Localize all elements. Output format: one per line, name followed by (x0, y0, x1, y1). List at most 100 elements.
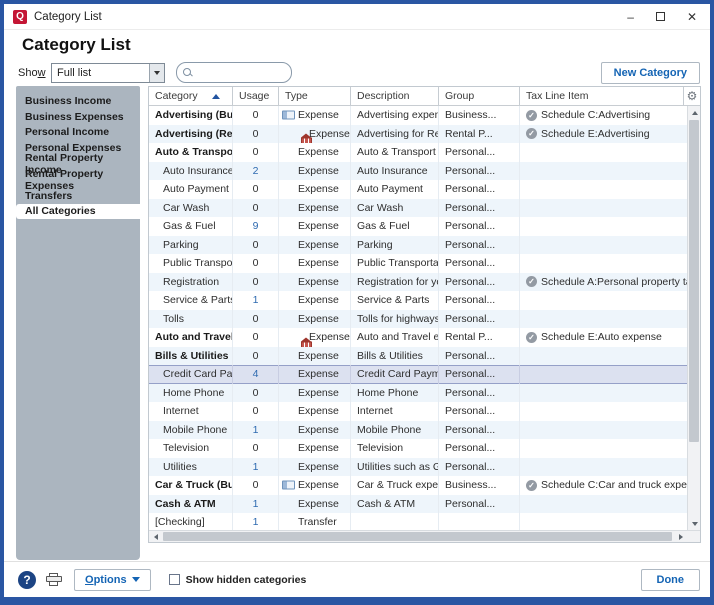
table-row[interactable]: Registration 0 Expense Registration for … (149, 273, 687, 292)
cell-type: Expense (279, 421, 351, 440)
table-row[interactable]: Cash & ATM 1 Expense Cash & ATM Personal… (149, 495, 687, 514)
dropdown-button[interactable] (149, 64, 164, 82)
column-header-group[interactable]: Group (439, 87, 520, 105)
cell-category: Internet (149, 402, 233, 421)
table-row[interactable]: Auto Insurance 2 Expense Auto Insurance … (149, 162, 687, 181)
usage-link[interactable]: 2 (233, 162, 279, 181)
cell-tax-line-item (520, 384, 687, 403)
table-row[interactable]: Service & Parts 1 Expense Service & Part… (149, 291, 687, 310)
cell-description: Service & Parts (351, 291, 439, 310)
table-row[interactable]: Television 0 Expense Television Personal… (149, 439, 687, 458)
titlebar: Q Category List – ✕ (4, 4, 710, 30)
table-row[interactable]: Car & Truck (Busi... 0 Expense Car & Tru… (149, 476, 687, 495)
maximize-icon[interactable] (656, 11, 665, 23)
cell-type: Expense (279, 254, 351, 273)
scroll-left-icon[interactable] (149, 530, 162, 543)
scroll-up-icon[interactable] (688, 106, 701, 119)
search-box[interactable] (176, 62, 292, 83)
print-icon[interactable] (45, 573, 62, 587)
cell-tax-line-item (520, 310, 687, 329)
sidebar-item-business-income[interactable]: Business Income (16, 93, 140, 109)
cell-usage: 0 (233, 328, 279, 347)
usage-link[interactable]: 1 (233, 495, 279, 514)
business-icon (282, 111, 295, 120)
table-row[interactable]: Auto Payment 0 Expense Auto Payment Pers… (149, 180, 687, 199)
table-row[interactable]: Auto and Travel (... 0 Expense Auto and … (149, 328, 687, 347)
table-row[interactable]: Advertising (Rental) 0 Expense Advertisi… (149, 125, 687, 144)
cell-description: Registration for yo... (351, 273, 439, 292)
column-header-description[interactable]: Description (351, 87, 439, 105)
scroll-down-icon[interactable] (688, 517, 701, 530)
search-input[interactable] (183, 63, 335, 82)
minimize-icon[interactable]: – (627, 11, 634, 23)
quicken-app-icon: Q (13, 10, 27, 24)
cell-group: Personal... (439, 439, 520, 458)
horizontal-scroll-thumb[interactable] (163, 532, 672, 541)
table-row[interactable]: Tolls 0 Expense Tolls for highways,... P… (149, 310, 687, 329)
cell-category: Car Wash (149, 199, 233, 218)
business-icon (282, 481, 295, 490)
sidebar-item-business-expenses[interactable]: Business Expenses (16, 109, 140, 125)
table-row[interactable]: Public Transport... 0 Expense Public Tra… (149, 254, 687, 273)
cell-description: Tolls for highways,... (351, 310, 439, 329)
cell-group: Personal... (439, 384, 520, 403)
table-row[interactable]: [Checking] 1 Transfer (149, 513, 687, 530)
usage-link[interactable]: 1 (233, 458, 279, 477)
help-icon[interactable]: ? (18, 571, 36, 589)
close-icon[interactable]: ✕ (687, 11, 697, 23)
table-row[interactable]: Internet 0 Expense Internet Personal... (149, 402, 687, 421)
column-settings[interactable]: ⚙ (684, 87, 700, 105)
usage-link[interactable]: 4 (233, 365, 279, 384)
table-row[interactable]: Parking 0 Expense Parking Personal... (149, 236, 687, 255)
table-row[interactable]: Bills & Utilities 0 Expense Bills & Util… (149, 347, 687, 366)
cell-usage: 0 (233, 106, 279, 125)
sidebar-item-all-categories[interactable]: All Categories (16, 204, 140, 220)
cell-description: Car & Truck expen... (351, 476, 439, 495)
cell-type: Expense (279, 291, 351, 310)
gear-icon[interactable]: ⚙ (687, 90, 698, 102)
vertical-scrollbar[interactable] (687, 106, 700, 530)
tax-check-icon: ✓ (526, 332, 537, 343)
usage-link[interactable]: 1 (233, 421, 279, 440)
sidebar: Business IncomeBusiness ExpensesPersonal… (16, 86, 140, 560)
sidebar-item-personal-income[interactable]: Personal Income (16, 125, 140, 141)
table-row[interactable]: Car Wash 0 Expense Car Wash Personal... (149, 199, 687, 218)
cell-category: Gas & Fuel (149, 217, 233, 236)
column-header-tax-line-item[interactable]: Tax Line Item (520, 87, 684, 105)
column-header-usage[interactable]: Usage (233, 87, 279, 105)
cell-tax-line-item (520, 439, 687, 458)
column-header-category[interactable]: Category (149, 87, 233, 105)
column-header-type[interactable]: Type (279, 87, 351, 105)
usage-link[interactable]: 1 (233, 291, 279, 310)
cell-type: Expense (279, 106, 351, 125)
horizontal-scrollbar[interactable] (149, 530, 700, 542)
options-button[interactable]: Options (74, 569, 151, 591)
usage-link[interactable]: 9 (233, 217, 279, 236)
scroll-right-icon[interactable] (674, 530, 687, 543)
usage-link[interactable]: 1 (233, 513, 279, 530)
table-row[interactable]: Gas & Fuel 9 Expense Gas & Fuel Personal… (149, 217, 687, 236)
chevron-down-icon (132, 577, 140, 582)
cell-group: Personal... (439, 310, 520, 329)
cell-tax-line-item (520, 347, 687, 366)
cell-tax-line-item: ✓Schedule C:Car and truck expenses (520, 476, 687, 495)
cell-description: Auto and Travel e... (351, 328, 439, 347)
sort-ascending-icon (212, 94, 220, 99)
new-category-button[interactable]: New Category (601, 62, 700, 84)
show-dropdown[interactable]: Full list (51, 63, 165, 83)
table-row[interactable]: Auto & Transport 0 Expense Auto & Transp… (149, 143, 687, 162)
vertical-scroll-thumb[interactable] (689, 120, 699, 442)
cell-group: Personal... (439, 236, 520, 255)
sidebar-item-rental-property-expenses[interactable]: Rental Property Expenses (16, 172, 140, 188)
cell-group: Personal... (439, 365, 520, 384)
cell-type: Expense (279, 476, 351, 495)
table-row[interactable]: Utilities 1 Expense Utilities such as Ga… (149, 458, 687, 477)
table-row[interactable]: Mobile Phone 1 Expense Mobile Phone Pers… (149, 421, 687, 440)
show-hidden-categories-checkbox[interactable] (169, 574, 180, 585)
table-row[interactable]: Home Phone 0 Expense Home Phone Personal… (149, 384, 687, 403)
cell-description: Advertising expen... (351, 106, 439, 125)
done-button[interactable]: Done (641, 569, 701, 591)
table-row[interactable]: Credit Card Pay... 4 Expense Credit Card… (149, 365, 687, 384)
table-row[interactable]: Advertising (Busi... 0 Expense Advertisi… (149, 106, 687, 125)
cell-tax-line-item (520, 365, 687, 384)
